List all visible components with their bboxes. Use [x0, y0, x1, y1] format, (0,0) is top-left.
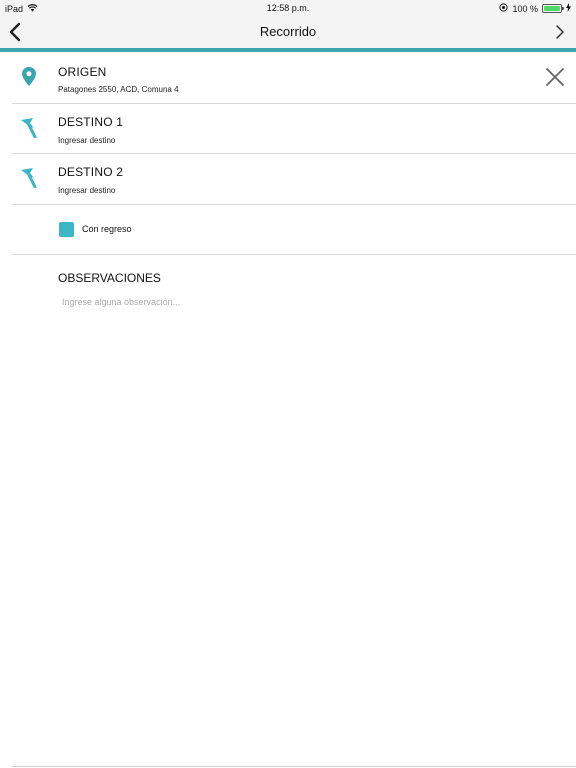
- destination-1-title: DESTINO 1: [58, 115, 124, 129]
- divider: [12, 204, 576, 205]
- chevron-right-icon[interactable]: [554, 23, 566, 41]
- orientation-lock-icon: [499, 3, 509, 14]
- destination-1-subtitle: Ingresar destino: [58, 136, 116, 145]
- observations-input[interactable]: [58, 294, 558, 310]
- battery-icon: [542, 4, 564, 13]
- close-icon[interactable]: [544, 66, 566, 88]
- return-trip-checkbox[interactable]: [59, 222, 74, 237]
- flag-icon: [18, 116, 40, 139]
- flag-icon: [18, 166, 40, 189]
- page-title: Recorrido: [259, 24, 317, 39]
- origin-title: ORIGEN: [58, 65, 107, 79]
- destination-row-1[interactable]: DESTINO 1 Ingresar destino: [0, 104, 576, 153]
- status-time: 12:58 p.m.: [266, 3, 310, 13]
- divider: [12, 254, 576, 255]
- origin-address: Patagones 2550, ACD, Comuna 4: [58, 85, 179, 94]
- origin-row[interactable]: ORIGEN Patagones 2550, ACD, Comuna 4: [0, 52, 576, 103]
- navigation-bar: Recorrido: [0, 16, 576, 48]
- bottom-divider: [12, 766, 576, 767]
- charging-icon: [566, 3, 571, 14]
- status-bar-right: 100 %: [499, 3, 571, 14]
- status-bar: iPad 12:58 p.m. 100 %: [0, 0, 576, 16]
- destination-2-subtitle: Ingresar destino: [58, 186, 116, 195]
- battery-level: [544, 6, 560, 11]
- observations-title: OBSERVACIONES: [58, 271, 161, 285]
- location-pin-icon: [19, 66, 41, 88]
- destination-row-2[interactable]: DESTINO 2 Ingresar destino: [0, 154, 576, 204]
- destination-2-title: DESTINO 2: [58, 165, 124, 179]
- return-trip-label[interactable]: Con regreso: [82, 224, 132, 234]
- battery-percent: 100 %: [512, 3, 538, 14]
